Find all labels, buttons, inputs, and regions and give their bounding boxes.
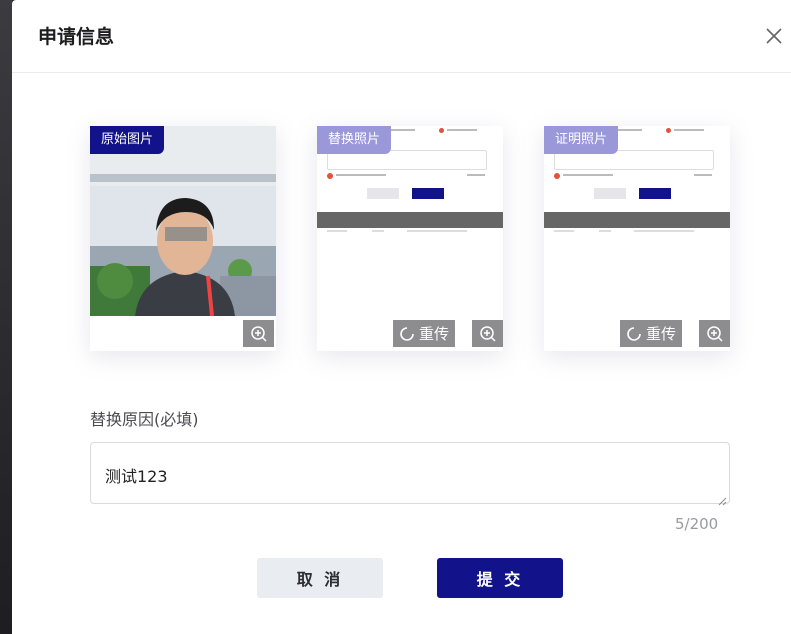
resize-handle-icon[interactable] <box>717 491 727 506</box>
reupload-button[interactable]: 重传 <box>393 320 456 347</box>
refresh-icon <box>627 326 641 341</box>
replace-reason-label: 替换原因(必填) <box>90 410 199 429</box>
apply-info-dialog: 申请信息 原始图片 替换照片 重传 证明照片 重传 替换原因(必填) 测试123… <box>12 0 791 634</box>
proof-photo-card: 证明照片 重传 <box>544 126 730 351</box>
reupload-button[interactable]: 重传 <box>620 320 683 347</box>
proof-photo <box>544 126 730 351</box>
replacement-photo <box>317 126 503 351</box>
replacement-photo-label: 替换照片 <box>317 126 392 154</box>
reupload-label: 重传 <box>419 325 450 343</box>
char-counter: 5/200 <box>675 515 719 533</box>
dialog-title: 申请信息 <box>38 26 115 48</box>
replace-reason-textarea[interactable]: 测试123 <box>90 442 730 506</box>
cancel-button[interactable]: 取 消 <box>257 558 383 598</box>
replacement-photo-card: 替换照片 重传 <box>317 126 503 351</box>
original-photo-label: 原始图片 <box>90 126 165 154</box>
zoom-in-icon[interactable] <box>472 320 503 347</box>
proof-photo-label: 证明照片 <box>544 126 619 154</box>
zoom-in-icon[interactable] <box>699 320 730 347</box>
page-backdrop <box>0 0 12 634</box>
zoom-in-icon[interactable] <box>243 320 274 347</box>
close-icon[interactable] <box>764 26 784 46</box>
original-photo-card: 原始图片 <box>90 126 276 351</box>
reupload-label: 重传 <box>646 325 677 343</box>
original-photo <box>90 126 276 316</box>
submit-button[interactable]: 提 交 <box>437 558 563 598</box>
dialog-header: 申请信息 <box>12 0 791 73</box>
replace-reason-value: 测试123 <box>105 467 168 486</box>
refresh-icon <box>400 326 414 341</box>
